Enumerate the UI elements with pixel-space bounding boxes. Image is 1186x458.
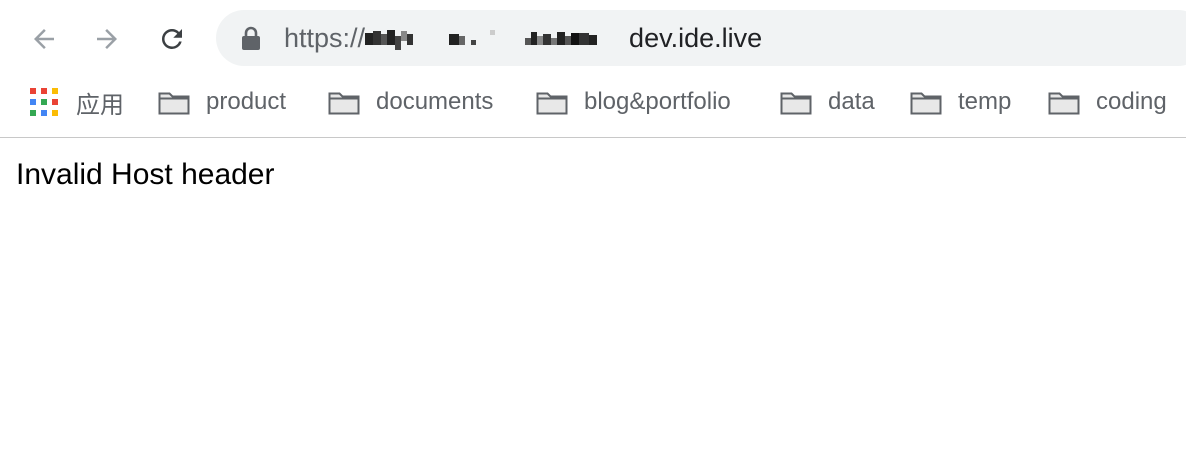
folder-icon — [536, 92, 568, 115]
bookmark-label: product — [206, 88, 287, 115]
bookmark-apps-label: 应用 — [76, 91, 124, 119]
reload-button[interactable] — [153, 20, 191, 58]
bookmark-folder-coding[interactable]: coding — [1048, 82, 1167, 122]
folder-icon — [158, 92, 190, 115]
url-host-suffix: dev.ide.live — [629, 23, 763, 53]
url-text: https:// dev.ide.live — [284, 23, 762, 53]
redacted-host-segment — [365, 30, 598, 50]
folder-icon — [780, 92, 812, 115]
reload-icon — [161, 28, 182, 49]
bookmark-apps[interactable]: 应用 — [30, 82, 124, 122]
url-scheme: https:// — [284, 23, 366, 53]
error-message: Invalid Host header — [16, 158, 275, 191]
browser-toolbar: https:// dev.ide.live 应用 product documen… — [0, 0, 1186, 138]
back-button[interactable] — [25, 20, 63, 58]
bookmark-folder-temp[interactable]: temp — [910, 82, 1011, 122]
arrow-left-icon — [34, 29, 54, 49]
bookmark-folder-product[interactable]: product — [158, 82, 286, 122]
folder-icon — [328, 92, 360, 115]
bookmark-label: temp — [958, 88, 1012, 115]
address-bar[interactable]: https:// dev.ide.live — [216, 10, 1186, 66]
folder-icon — [910, 92, 942, 115]
bookmark-label: blog&portfolio — [584, 88, 731, 115]
lock-icon — [242, 26, 260, 50]
bookmark-folder-documents[interactable]: documents — [328, 82, 493, 122]
bookmarks-bar: 应用 product documents blog&portfolio data… — [0, 82, 1186, 122]
arrow-right-icon — [97, 29, 117, 49]
apps-grid-icon — [30, 88, 58, 116]
bookmark-label: data — [828, 88, 875, 115]
bookmark-label: coding — [1096, 88, 1167, 115]
bookmark-folder-blog-portfolio[interactable]: blog&portfolio — [536, 82, 731, 122]
bookmark-label: documents — [376, 88, 494, 115]
forward-button[interactable] — [88, 20, 126, 58]
folder-icon — [1048, 92, 1080, 115]
bookmark-folder-data[interactable]: data — [780, 82, 875, 122]
